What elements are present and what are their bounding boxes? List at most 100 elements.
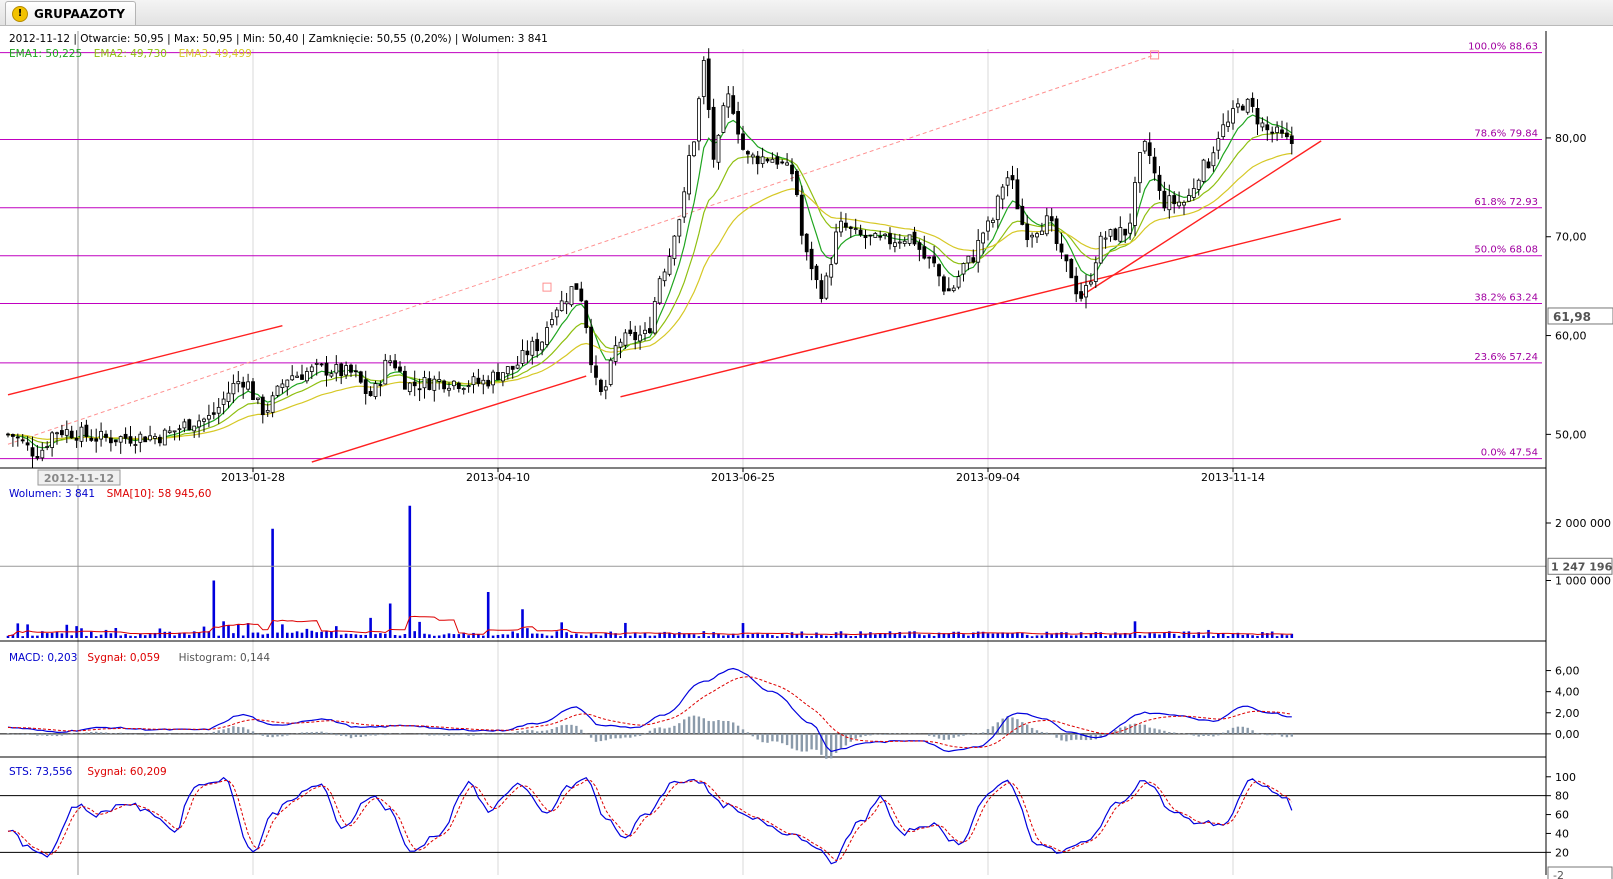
volume-bar-101 xyxy=(501,634,505,638)
volume-bar-96 xyxy=(477,634,480,638)
candle-body-74 xyxy=(368,391,373,397)
macd-hist-bar-252 xyxy=(1241,726,1244,734)
macd-hist-bar-258 xyxy=(1271,733,1274,736)
candle-body-126 xyxy=(623,332,628,346)
macd-hist-bar-87 xyxy=(433,733,436,736)
candle-body-199 xyxy=(981,232,985,244)
candle-body-41 xyxy=(206,415,211,420)
candle-body-110 xyxy=(545,327,549,345)
candle-body-183 xyxy=(902,240,907,244)
macd-hist-bar-22 xyxy=(114,733,117,734)
macd-hist-bar-256 xyxy=(1261,733,1264,735)
volume-bar-244 xyxy=(1202,635,1205,638)
trend-line-3 xyxy=(1080,140,1322,297)
candle-body-225 xyxy=(1108,229,1113,237)
tab-grupaazoty[interactable]: ! GRUPAAZOTY xyxy=(5,1,136,25)
macd-hist-bar-73 xyxy=(364,733,367,737)
candle-body-56 xyxy=(280,383,285,389)
macd-hist-bar-65 xyxy=(325,732,328,734)
candle-body-14 xyxy=(74,437,79,441)
macd-hist-bar-50 xyxy=(251,731,255,734)
candle-body-148 xyxy=(731,95,736,114)
volume-bar-156 xyxy=(771,635,774,638)
macd-hist-bar-74 xyxy=(369,733,372,736)
candle-body-178 xyxy=(878,235,883,238)
macd-hist-bar-51 xyxy=(256,733,260,735)
volume-bar-180 xyxy=(888,631,892,638)
candle-body-57 xyxy=(285,379,290,388)
candle-body-169 xyxy=(834,231,838,264)
macd-hist-bar-23 xyxy=(119,732,122,734)
candle-body-97 xyxy=(481,379,486,385)
sts-legend-1: Sygnał: 60,209 xyxy=(87,766,166,778)
candle-body-78 xyxy=(388,360,393,363)
x-label-3: 2013-09-04 xyxy=(956,471,1020,484)
macd-hist-bar-42 xyxy=(212,731,215,734)
volume-bar-166 xyxy=(820,634,823,638)
macd-hist-bar-144 xyxy=(712,721,715,734)
volume-bar-102 xyxy=(506,634,510,638)
volume-bar-42 xyxy=(212,580,216,638)
candle-body-40 xyxy=(202,418,206,422)
volume-bar-36 xyxy=(183,633,186,638)
candle-body-54 xyxy=(270,395,275,413)
candle-body-221 xyxy=(1089,281,1093,285)
macd-hist-bar-71 xyxy=(354,733,358,737)
candle-body-171 xyxy=(844,222,848,228)
volume-bar-10 xyxy=(55,631,59,638)
macd-hist-bar-161 xyxy=(795,733,799,751)
macd-hist-bar-98 xyxy=(487,733,490,735)
macd-hist-bar-16 xyxy=(85,732,88,734)
candle-body-62 xyxy=(309,366,314,372)
candle-body-184 xyxy=(907,234,912,244)
macd-hist-bar-237 xyxy=(1168,732,1171,734)
macd-hist-bar-191 xyxy=(942,733,946,741)
candle-body-132 xyxy=(652,301,657,334)
macd-hist-bar-67 xyxy=(335,733,338,736)
volume-bar-137 xyxy=(678,632,681,638)
macd-hist-bar-244 xyxy=(1202,733,1205,736)
candle-body-35 xyxy=(177,428,182,431)
macd-hist-bar-260 xyxy=(1280,733,1284,737)
candle-body-166 xyxy=(819,280,824,299)
macd-hist-bar-176 xyxy=(869,733,872,736)
volume-bar-212 xyxy=(1045,631,1049,638)
volume-bar-247 xyxy=(1217,633,1220,638)
volume-bar-81 xyxy=(403,634,407,638)
macd-hist-bar-261 xyxy=(1285,733,1289,738)
macd-hist-bar-72 xyxy=(359,733,362,738)
x-label-0: 2013-01-28 xyxy=(221,471,285,484)
candle-body-140 xyxy=(692,141,696,157)
candle-body-146 xyxy=(721,105,726,133)
macd-hist-bar-75 xyxy=(374,733,377,736)
candle-body-70 xyxy=(349,364,353,373)
macd-hist-bar-201 xyxy=(991,726,995,734)
candle-body-66 xyxy=(329,373,334,377)
volume-bar-226 xyxy=(1114,632,1117,638)
sts-marker: -2 xyxy=(1553,869,1564,879)
candle-body-60 xyxy=(300,374,304,380)
candle-body-115 xyxy=(569,286,574,306)
candle-body-203 xyxy=(1000,186,1005,200)
macd-hist-bar-61 xyxy=(305,732,309,734)
macd-legend-1: Sygnał: 0,059 xyxy=(87,652,160,664)
volume-bar-17 xyxy=(90,631,93,638)
candle-body-18 xyxy=(94,438,99,442)
volume-bar-224 xyxy=(1104,636,1107,638)
macd-hist-bar-17 xyxy=(90,732,93,734)
candle-body-103 xyxy=(510,365,515,370)
stock-chart[interactable]: 100.0% 88.63 78.6% 79.84 61.8% 72.93 50.0% … xyxy=(0,26,1613,879)
candle-body-81 xyxy=(402,370,407,390)
macd-hist-bar-109 xyxy=(540,730,544,734)
macd-hist-bar-28 xyxy=(144,733,147,736)
volume-bar-75 xyxy=(374,634,377,638)
volume-bar-130 xyxy=(643,632,647,638)
macd-hist-bar-111 xyxy=(550,728,554,734)
candle-body-32 xyxy=(162,429,167,446)
ema-line-1 xyxy=(7,114,1293,449)
volume-bar-207 xyxy=(1021,632,1024,638)
candle-body-58 xyxy=(290,375,295,381)
volume-bar-105 xyxy=(521,609,524,638)
candle-body-216 xyxy=(1064,254,1069,262)
macd-hist-bar-33 xyxy=(168,733,171,735)
